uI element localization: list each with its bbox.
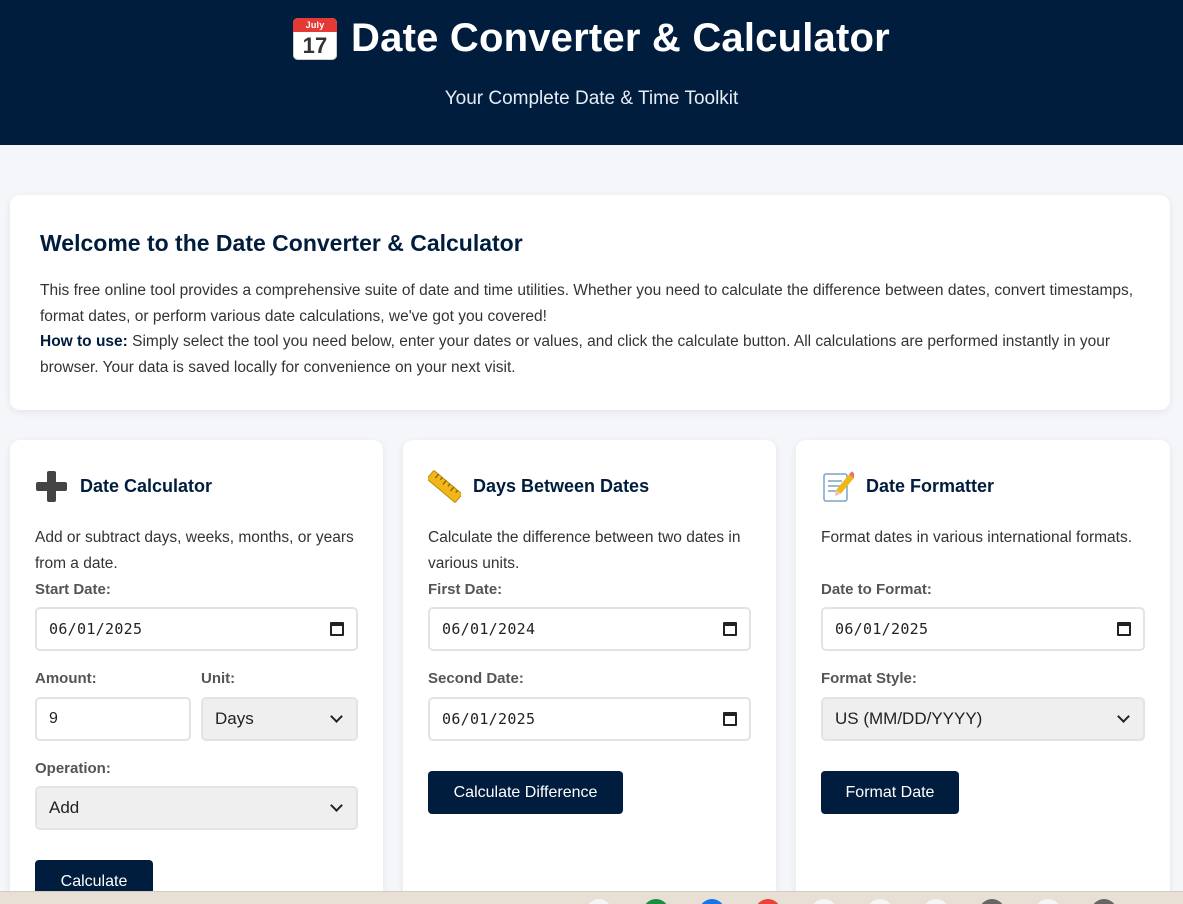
page-title-text: Date Converter & Calculator (351, 16, 890, 60)
calendar-icon-day: 17 (302, 32, 328, 58)
plus-icon (35, 470, 68, 503)
taskbar-app-icon[interactable] (586, 899, 612, 904)
howto-label: How to use: (40, 333, 128, 350)
taskbar-app-icon[interactable] (1091, 899, 1117, 904)
welcome-card: Welcome to the Date Converter & Calculat… (10, 195, 1170, 410)
amount-input[interactable]: 9 (35, 697, 191, 741)
taskbar-app-icon[interactable] (867, 899, 893, 904)
chevron-down-icon (330, 710, 343, 723)
calendar-icon-month: July (293, 17, 338, 32)
chevron-down-icon (1117, 710, 1130, 723)
date-to-format-label: Date to Format: (821, 581, 932, 598)
page-title: July 17 Date Converter & Calculator (0, 16, 1183, 61)
calendar-picker-icon[interactable] (330, 622, 344, 636)
first-date-value: 06/01/2024 (442, 620, 536, 638)
welcome-text: This free online tool provides a compreh… (40, 278, 1150, 380)
date-formatter-header: Date Formatter (821, 470, 994, 503)
format-date-button[interactable]: Format Date (821, 771, 959, 814)
page-subtitle: Your Complete Date & Time Toolkit (444, 88, 739, 109)
operation-select[interactable]: Add (35, 786, 358, 830)
unit-value: Days (215, 709, 254, 728)
welcome-intro: This free online tool provides a compreh… (40, 282, 1134, 325)
format-style-label: Format Style: (821, 670, 917, 687)
days-between-title: Days Between Dates (473, 476, 650, 496)
date-to-format-input[interactable]: 06/01/2025 (821, 607, 1145, 651)
taskbar-app-icon[interactable] (1035, 899, 1061, 904)
days-between-header: Days Between Dates (426, 470, 650, 503)
date-calculator-title: Date Calculator (80, 476, 213, 496)
date-calculator-card: Date Calculator Add or subtract days, we… (10, 440, 383, 904)
calendar-picker-icon[interactable] (1117, 622, 1131, 636)
amount-label: Amount: (35, 670, 97, 687)
date-to-format-value: 06/01/2025 (835, 620, 929, 638)
first-date-input[interactable]: 06/01/2024 (428, 607, 751, 651)
unit-select[interactable]: Days (201, 697, 358, 741)
format-style-value: US (MM/DD/YYYY) (835, 709, 983, 728)
second-date-value: 06/01/2025 (442, 710, 536, 728)
calendar-icon: July 17 (293, 17, 338, 60)
format-style-select[interactable]: US (MM/DD/YYYY) (821, 697, 1145, 741)
taskbar-app-icon[interactable] (755, 899, 781, 904)
start-date-input[interactable]: 06/01/2025 (35, 607, 358, 651)
calendar-picker-icon[interactable] (723, 712, 737, 726)
date-calculator-description: Add or subtract days, weeks, months, or … (35, 529, 354, 572)
chevron-down-icon (330, 799, 343, 812)
operation-label: Operation: (35, 760, 111, 777)
start-date-value: 06/01/2025 (49, 620, 143, 638)
operation-value: Add (49, 798, 80, 817)
howto-text: Simply select the tool you need below, e… (40, 333, 1111, 376)
calendar-picker-icon[interactable] (723, 622, 737, 636)
second-date-label: Second Date: (428, 670, 524, 687)
memo-icon (821, 470, 857, 503)
date-calculator-header: Date Calculator (35, 470, 212, 503)
taskbar-app-icon[interactable] (643, 899, 669, 904)
date-formatter-title: Date Formatter (866, 476, 995, 496)
taskbar-app-icon[interactable] (699, 899, 725, 904)
taskbar-app-icon[interactable] (979, 899, 1005, 904)
amount-value: 9 (49, 710, 58, 727)
days-between-card: Days Between Dates Calculate the differe… (403, 440, 776, 904)
calculate-difference-button[interactable]: Calculate Difference (428, 771, 623, 814)
taskbar-app-icon[interactable] (811, 899, 837, 904)
taskbar-app-icon[interactable] (923, 899, 949, 904)
welcome-heading: Welcome to the Date Converter & Calculat… (40, 230, 523, 256)
date-formatter-description: Format dates in various international fo… (821, 529, 1132, 546)
page-header: July 17 Date Converter & Calculator Your… (0, 0, 1183, 145)
first-date-label: First Date: (428, 581, 503, 598)
unit-label: Unit: (201, 670, 236, 687)
os-taskbar (0, 891, 1183, 904)
second-date-input[interactable]: 06/01/2025 (428, 697, 751, 741)
date-formatter-card: Date Formatter Format dates in various i… (796, 440, 1170, 904)
days-between-description: Calculate the difference between two dat… (428, 529, 741, 572)
ruler-icon (426, 470, 463, 503)
start-date-label: Start Date: (35, 581, 111, 598)
